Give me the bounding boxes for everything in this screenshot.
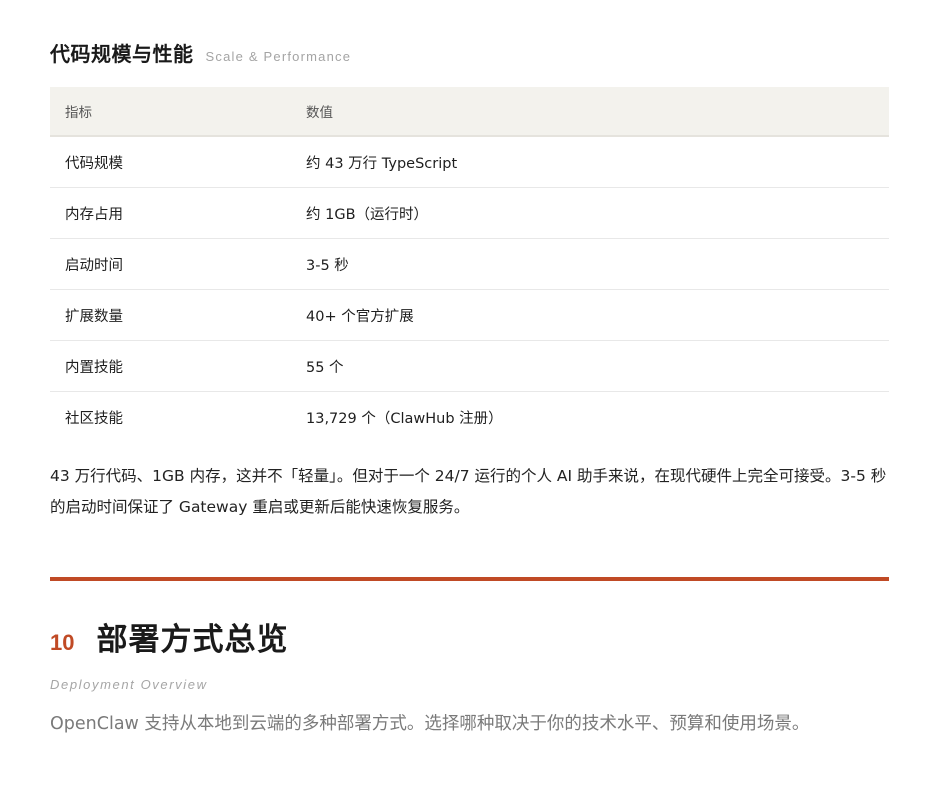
value-cell: 3-5 秒	[306, 238, 889, 290]
chapter-title: 部署方式总览	[96, 622, 289, 658]
column-header-metric: 指标	[50, 87, 306, 137]
chapter-intro: OpenClaw 支持从本地到云端的多种部署方式。选择哪种取决于你的技术水平、预…	[50, 714, 810, 734]
body-paragraph: 43 万行代码、1GB 内存，这并不「轻量」。但对于一个 24/7 运行的个人 …	[50, 467, 887, 516]
value-cell: 约 43 万行 TypeScript	[306, 136, 889, 188]
metric-cell: 内置技能	[50, 340, 306, 392]
metric-cell: 内存占用	[50, 187, 306, 239]
section-title: 代码规模与性能	[50, 42, 194, 66]
column-header-value: 数值	[306, 87, 889, 137]
chapter-subtitle: Deployment Overview	[50, 677, 208, 692]
metric-cell: 社区技能	[65, 410, 123, 427]
section-subtitle: Scale & Performance	[205, 49, 352, 64]
table-header-row: 指标 数值	[50, 87, 889, 137]
chapter-heading: 10 部署方式总览	[50, 614, 288, 659]
table-row: 代码规模 约 43 万行 TypeScript	[50, 136, 889, 188]
metrics-table: 指标 数值 代码规模 约 43 万行 TypeScript 内存占用 约 1GB…	[50, 87, 889, 442]
value-cell: 约 1GB（运行时）	[306, 187, 889, 239]
table-row: 内置技能 55 个	[50, 340, 889, 392]
metric-cell: 代码规模	[50, 136, 306, 188]
chapter-number: 10	[50, 630, 75, 655]
chapter-divider	[50, 577, 889, 581]
table-row: 内存占用 约 1GB（运行时）	[50, 187, 889, 239]
section-heading: 代码规模与性能 Scale & Performance	[50, 38, 351, 67]
value-cell: 55 个	[306, 340, 889, 392]
table-row: 社区技能 13,729 个（ClawHub 注册）	[50, 392, 889, 443]
metric-cell: 扩展数量	[50, 289, 306, 341]
table-row: 扩展数量 40+ 个官方扩展	[50, 289, 889, 341]
value-cell: 40+ 个官方扩展	[306, 289, 889, 341]
table-row: 启动时间 3-5 秒	[50, 238, 889, 290]
metric-cell: 启动时间	[50, 238, 306, 290]
value-cell: 13,729 个（ClawHub 注册）	[306, 410, 503, 427]
